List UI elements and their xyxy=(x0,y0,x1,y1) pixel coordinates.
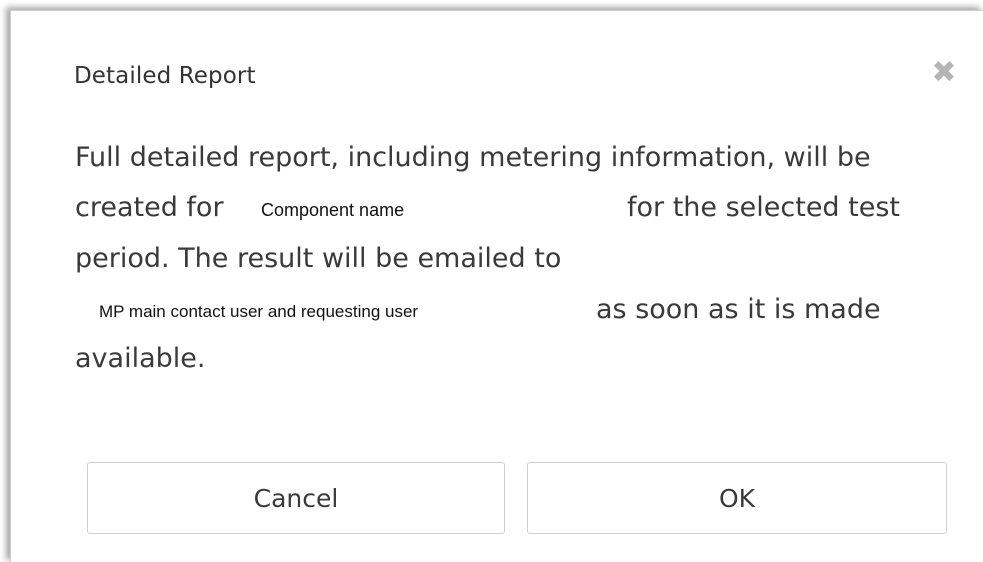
ok-button[interactable]: OK xyxy=(527,462,947,534)
message-line-2-suffix: for the selected test xyxy=(627,192,901,223)
cancel-button[interactable]: Cancel xyxy=(87,462,505,534)
dialog-title: Detailed Report xyxy=(74,63,256,89)
detailed-report-dialog: Detailed Report ✖ Full detailed report, … xyxy=(10,10,983,562)
message-line-3: period. The result will be emailed to xyxy=(75,243,562,274)
message-line-4-suffix: as soon as it is made xyxy=(596,294,881,325)
component-name-field: Component name xyxy=(261,200,405,221)
message-line-2-prefix: created for xyxy=(75,192,224,223)
message-line-1: Full detailed report, including metering… xyxy=(75,142,871,173)
recipients-field: MP main contact user and requesting user xyxy=(99,302,419,322)
screen: Detailed Report ✖ Full detailed report, … xyxy=(0,0,983,562)
close-icon[interactable]: ✖ xyxy=(928,57,960,89)
message-line-5: available. xyxy=(75,343,206,374)
